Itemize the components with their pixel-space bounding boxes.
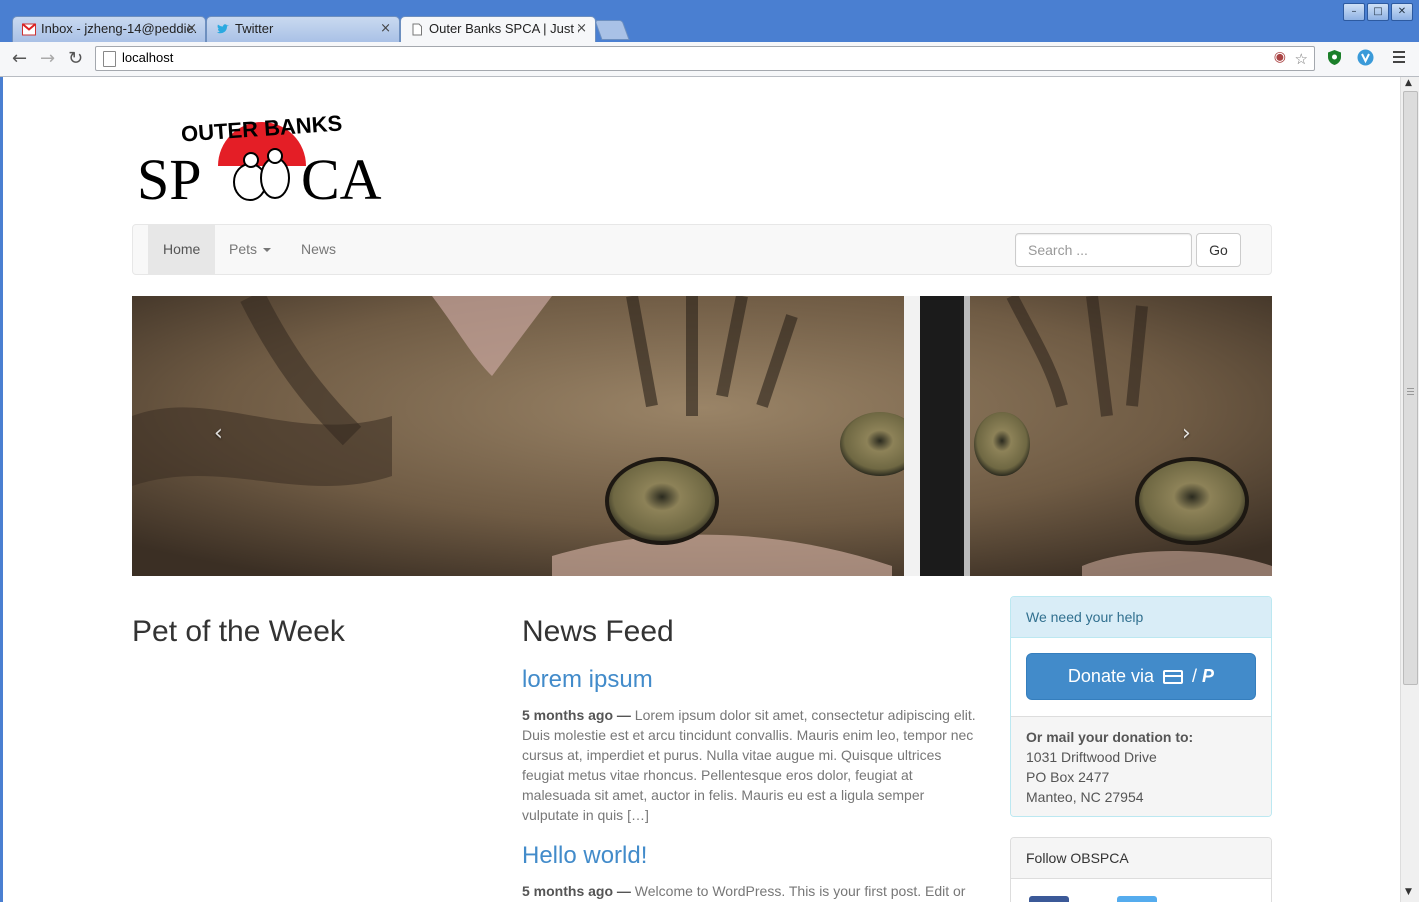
post-title-link[interactable]: Hello world!: [522, 842, 647, 870]
nav-news[interactable]: News: [286, 225, 351, 274]
gmail-icon: [22, 23, 36, 36]
tab-twitter[interactable]: Twitter ×: [206, 16, 400, 42]
spca-logo[interactable]: OUTER BANKS SP CA: [133, 94, 395, 206]
new-tab-button[interactable]: [594, 20, 630, 40]
follow-panel-heading: Follow OBSPCA: [1011, 838, 1271, 879]
mail-donation-info: Or mail your donation to: 1031 Driftwood…: [1011, 716, 1271, 816]
page-scrollbar[interactable]: ▲ ▼: [1400, 77, 1419, 902]
logo-left-text: SP: [137, 147, 202, 206]
tab-label: Inbox - jzheng-14@peddie.org: [41, 21, 197, 36]
post-excerpt: 5 months ago — Lorem ipsum dolor sit ame…: [522, 705, 982, 825]
tab-label: Twitter: [235, 21, 274, 36]
scroll-down-icon[interactable]: ▼: [1405, 887, 1412, 897]
post-excerpt-text: Welcome to WordPress. This is your first…: [634, 883, 966, 899]
news-feed-heading: News Feed: [522, 615, 674, 648]
mail-heading: Or mail your donation to:: [1026, 729, 1194, 745]
pet-of-week-heading: Pet of the Week: [132, 615, 345, 648]
donate-label: Donate via: [1067, 666, 1154, 686]
caret-down-icon: [263, 248, 272, 253]
post-meta: 5 months ago —: [522, 883, 631, 899]
address-line: Manteo, NC 27954: [1026, 789, 1144, 805]
back-arrow-icon[interactable]: ←: [12, 48, 27, 69]
donate-separator: /: [1192, 666, 1198, 686]
carousel-prev-icon[interactable]: ‹: [214, 421, 223, 446]
kitten-photo: [132, 296, 1272, 576]
menu-icon[interactable]: [1393, 51, 1405, 66]
nav-pets[interactable]: Pets: [214, 225, 286, 274]
close-tab-icon[interactable]: ×: [576, 21, 587, 36]
post-meta: 5 months ago —: [522, 707, 631, 723]
page-viewport: OUTER BANKS SP CA Home Pets News Go: [0, 77, 1400, 902]
post-excerpt: 5 months ago — Welcome to WordPress. Thi…: [522, 881, 982, 901]
shield-extension-icon[interactable]: [1326, 49, 1343, 66]
credit-card-icon: [1163, 670, 1183, 685]
facebook-follow-button[interactable]: [1029, 896, 1069, 902]
tab-inbox[interactable]: Inbox - jzheng-14@peddie.org ×: [12, 16, 206, 42]
search-input[interactable]: [1015, 233, 1192, 267]
follow-panel: Follow OBSPCA: [1010, 837, 1272, 902]
site-navbar: Home Pets News Go: [132, 224, 1272, 275]
window-titlebar: – □ ✕ Inbox - jzheng-14@peddie.org × Twi…: [0, 0, 1419, 42]
post-title-link[interactable]: lorem ipsum: [522, 666, 653, 694]
address-bar[interactable]: ◉ ☆: [95, 46, 1315, 71]
page-icon: [103, 51, 116, 67]
forward-arrow-icon[interactable]: →: [40, 48, 55, 69]
help-panel: We need your help Donate via / P Or mail…: [1010, 596, 1272, 817]
star-icon[interactable]: ☆: [1295, 50, 1308, 68]
help-panel-heading: We need your help: [1011, 597, 1271, 638]
address-line: PO Box 2477: [1026, 769, 1110, 785]
carousel-next-icon[interactable]: ›: [1182, 421, 1191, 446]
twitter-icon: [217, 24, 229, 34]
close-tab-icon[interactable]: ×: [186, 21, 197, 36]
donate-button[interactable]: Donate via / P: [1026, 653, 1256, 700]
logo-right-text: CA: [301, 147, 382, 206]
search-go-button[interactable]: Go: [1196, 233, 1241, 267]
scrollbar-thumb[interactable]: [1403, 91, 1418, 685]
v-extension-icon[interactable]: [1357, 49, 1374, 66]
url-input[interactable]: [120, 49, 1224, 66]
blocked-content-icon[interactable]: ◉: [1274, 49, 1286, 65]
nav-pets-label: Pets: [229, 241, 258, 257]
browser-toolbar: ← → ↻ ◉ ☆: [0, 42, 1419, 77]
close-tab-icon[interactable]: ×: [380, 21, 391, 36]
address-line: 1031 Driftwood Drive: [1026, 749, 1157, 765]
page-icon: [412, 23, 422, 36]
tab-outer-banks-spca[interactable]: Outer Banks SPCA | Just another ×: [400, 16, 596, 42]
grip-icon: [1407, 388, 1414, 397]
window-controls: – □ ✕: [1343, 3, 1413, 21]
maximize-button[interactable]: □: [1367, 3, 1389, 21]
hero-carousel: ‹ ›: [132, 296, 1272, 576]
nav-home[interactable]: Home: [148, 225, 216, 274]
scroll-up-icon[interactable]: ▲: [1405, 78, 1412, 88]
tab-label: Outer Banks SPCA | Just another: [429, 21, 579, 36]
close-window-button[interactable]: ✕: [1391, 3, 1413, 21]
twitter-follow-button[interactable]: [1117, 896, 1157, 902]
paypal-icon: P: [1202, 666, 1215, 686]
reload-icon[interactable]: ↻: [68, 48, 83, 69]
post-excerpt-text: Lorem ipsum dolor sit amet, consectetur …: [522, 707, 976, 823]
minimize-button[interactable]: –: [1343, 3, 1365, 21]
